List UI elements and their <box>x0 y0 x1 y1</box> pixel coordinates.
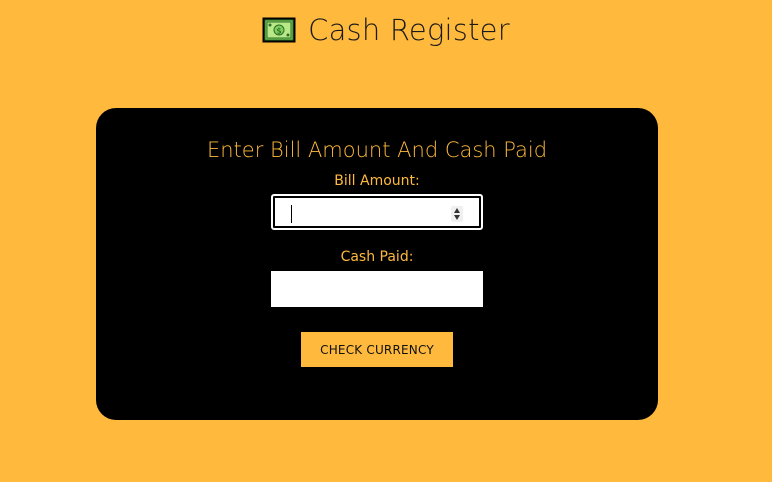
cash-paid-input[interactable] <box>271 271 483 307</box>
bill-amount-field-wrapper <box>271 194 483 230</box>
text-cursor <box>291 205 292 223</box>
form-card: Enter Bill Amount And Cash Paid Bill Amo… <box>96 108 658 420</box>
svg-text:$: $ <box>277 27 282 36</box>
spinner-down-icon[interactable] <box>454 215 460 220</box>
form-heading: Enter Bill Amount And Cash Paid <box>206 138 548 162</box>
cash-paid-field-wrapper <box>271 271 483 307</box>
number-spinner[interactable] <box>451 206 463 222</box>
money-icon: $ <box>262 17 296 43</box>
page: $ Cash Register Enter Bill Amount And Ca… <box>0 0 772 482</box>
page-title: Cash Register <box>308 13 510 47</box>
spinner-up-icon[interactable] <box>454 208 460 213</box>
bill-amount-label: Bill Amount: <box>334 173 420 189</box>
cash-paid-label: Cash Paid: <box>340 249 414 265</box>
bill-amount-input[interactable] <box>273 196 481 228</box>
header: $ Cash Register <box>0 8 772 52</box>
check-currency-button[interactable]: CHECK CURRENCY <box>301 332 453 367</box>
